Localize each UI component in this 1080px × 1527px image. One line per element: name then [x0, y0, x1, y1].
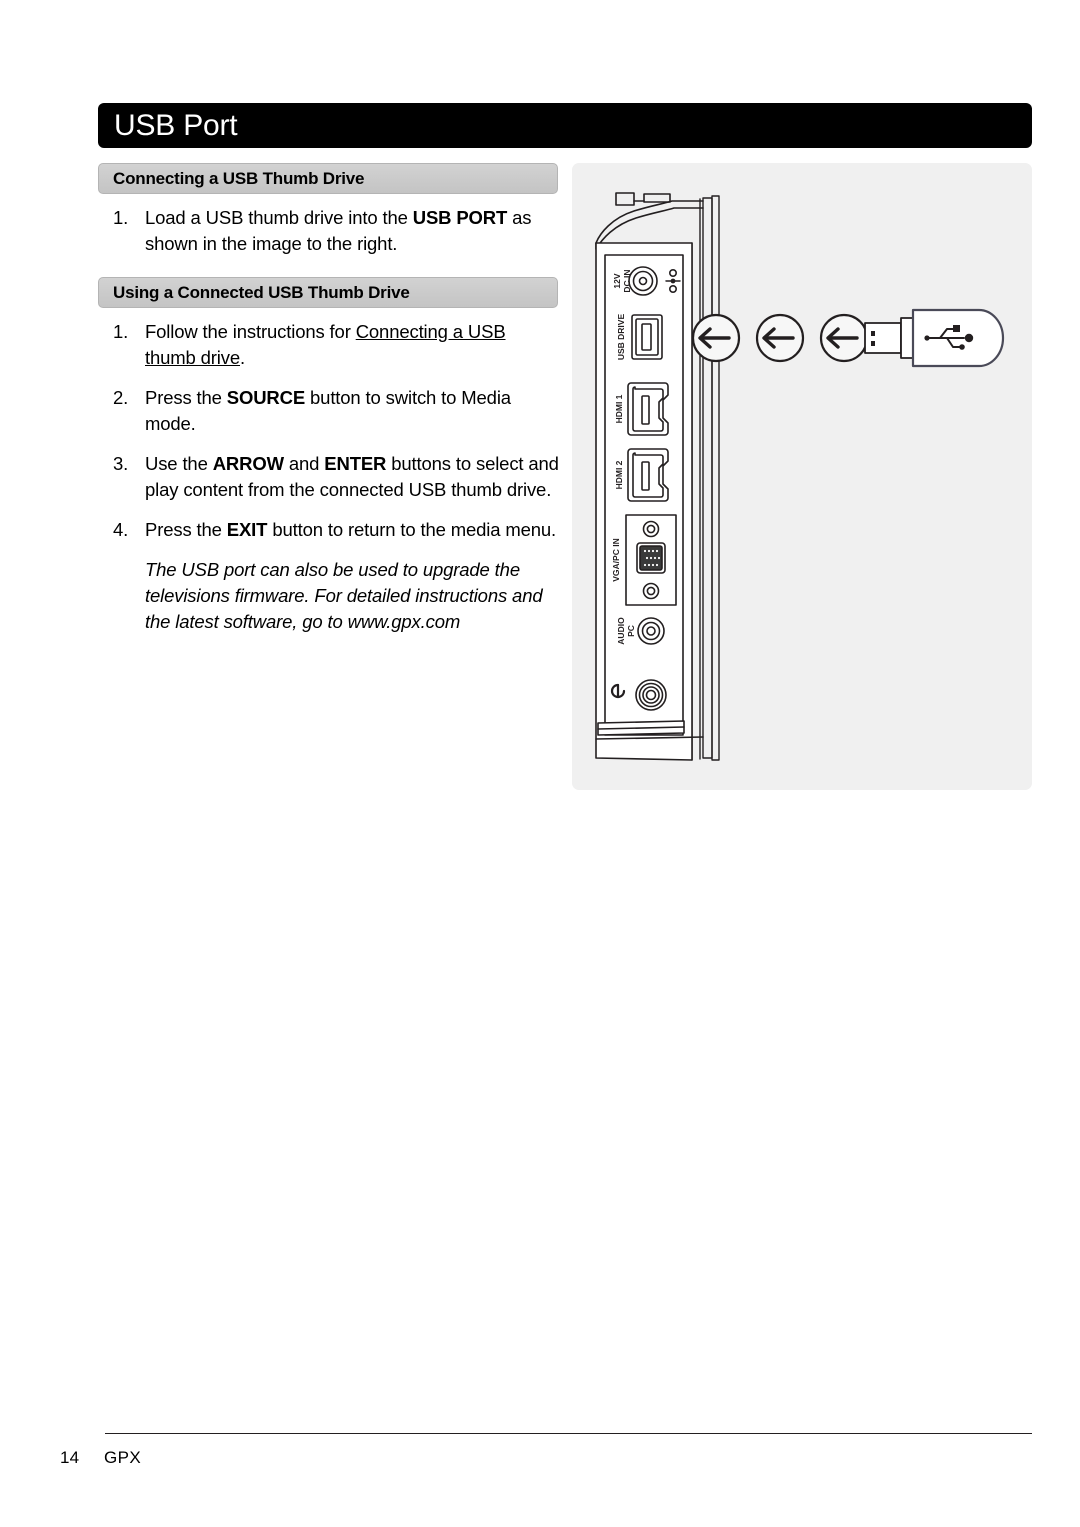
steps-list-using: 1. Follow the instructions for Connectin…	[98, 319, 560, 543]
step-text: Follow the instructions for Connecting a…	[145, 321, 506, 368]
steps-list-connecting: 1. Load a USB thumb drive into the USB P…	[98, 205, 560, 257]
instructions-column: Connecting a USB Thumb Drive 1. Load a U…	[98, 163, 560, 635]
headphone-port	[635, 679, 667, 711]
step-text-part: button to return to the media menu.	[267, 519, 557, 540]
page-title-bar: USB Port	[98, 103, 1032, 148]
step-text-part-bold: USB PORT	[412, 207, 508, 228]
usb-thumb-drive	[864, 308, 1005, 368]
hdmi1-port	[627, 382, 669, 436]
step-text: Press the SOURCE button to switch to Med…	[145, 387, 511, 434]
step-text-part: Press the	[145, 387, 227, 408]
list-item: 4. Press the EXIT button to return to th…	[98, 517, 560, 543]
tv-side-panel-diagram: DC IN 12V USB DRIVE HDMI 1 HDMI 2 VGA/PC…	[595, 192, 1005, 761]
step-text-part-bold: ENTER	[324, 453, 387, 474]
tv-top-hood	[595, 192, 704, 250]
footer-brand: GPX	[104, 1448, 142, 1467]
step-text-part: Press the	[145, 519, 227, 540]
pc-audio-label-line2: AUDIO	[616, 617, 626, 645]
hdmi2-port	[627, 448, 669, 502]
section-heading-label: Connecting a USB Thumb Drive	[113, 168, 365, 188]
usb-insertion-illustration: DC IN 12V USB DRIVE HDMI 1 HDMI 2 VGA/PC…	[572, 163, 1032, 790]
hdmi1-label: HDMI 1	[614, 394, 624, 423]
usb-drive-label: USB DRIVE	[616, 314, 626, 361]
step-text: Load a USB thumb drive into the USB PORT…	[145, 207, 532, 254]
step-text-part: and	[283, 453, 325, 474]
hdmi2-label: HDMI 2	[614, 460, 624, 489]
step-text-part: Follow the instructions for	[145, 321, 356, 342]
step-number: 4.	[113, 519, 129, 540]
pc-audio-label-line1: PC	[626, 625, 636, 637]
list-item: 2. Press the SOURCE button to switch to …	[98, 385, 560, 437]
step-text-part-bold: ARROW	[212, 453, 284, 474]
step-text-part: Load a USB thumb drive into the	[145, 207, 413, 228]
dc-in-label-line2: 12V	[612, 273, 622, 288]
step-text-part: .	[240, 347, 246, 368]
step-text-part-bold: EXIT	[226, 519, 268, 540]
step-text: Use the ARROW and ENTER buttons to selec…	[145, 453, 559, 500]
step-number: 2.	[113, 387, 129, 408]
list-item: 1. Load a USB thumb drive into the USB P…	[98, 205, 560, 257]
firmware-upgrade-note: The USB port can also be used to upgrade…	[145, 559, 543, 632]
step-number: 1.	[113, 207, 129, 228]
list-item: 3. Use the ARROW and ENTER buttons to se…	[98, 451, 560, 503]
vga-pc-in-port	[625, 514, 677, 606]
list-item: 1. Follow the instructions for Connectin…	[98, 319, 560, 371]
step-number: 3.	[113, 453, 129, 474]
step-text-part-bold: SOURCE	[226, 387, 306, 408]
tv-back-edge	[691, 198, 701, 761]
section-heading-using: Using a Connected USB Thumb Drive	[98, 277, 558, 308]
section-heading-label: Using a Connected USB Thumb Drive	[113, 282, 410, 302]
step-number: 1.	[113, 321, 129, 342]
section-heading-connecting: Connecting a USB Thumb Drive	[98, 163, 558, 194]
footer-divider	[105, 1433, 1032, 1434]
insertion-arrow-3	[819, 313, 869, 363]
footer-page-number: 14	[60, 1448, 80, 1467]
tv-right-edge	[702, 195, 720, 761]
page-title: USB Port	[114, 108, 238, 142]
dc-in-label-line1: DC IN	[622, 269, 632, 292]
usb-drive-port	[631, 314, 663, 360]
insertion-arrow-2	[755, 313, 805, 363]
step-text-part: Use the	[145, 453, 213, 474]
vga-label: VGA/PC IN	[611, 538, 621, 581]
insertion-arrow-1	[691, 313, 741, 363]
step-text: Press the EXIT button to return to the m…	[145, 519, 556, 540]
pc-audio-port	[637, 617, 665, 645]
